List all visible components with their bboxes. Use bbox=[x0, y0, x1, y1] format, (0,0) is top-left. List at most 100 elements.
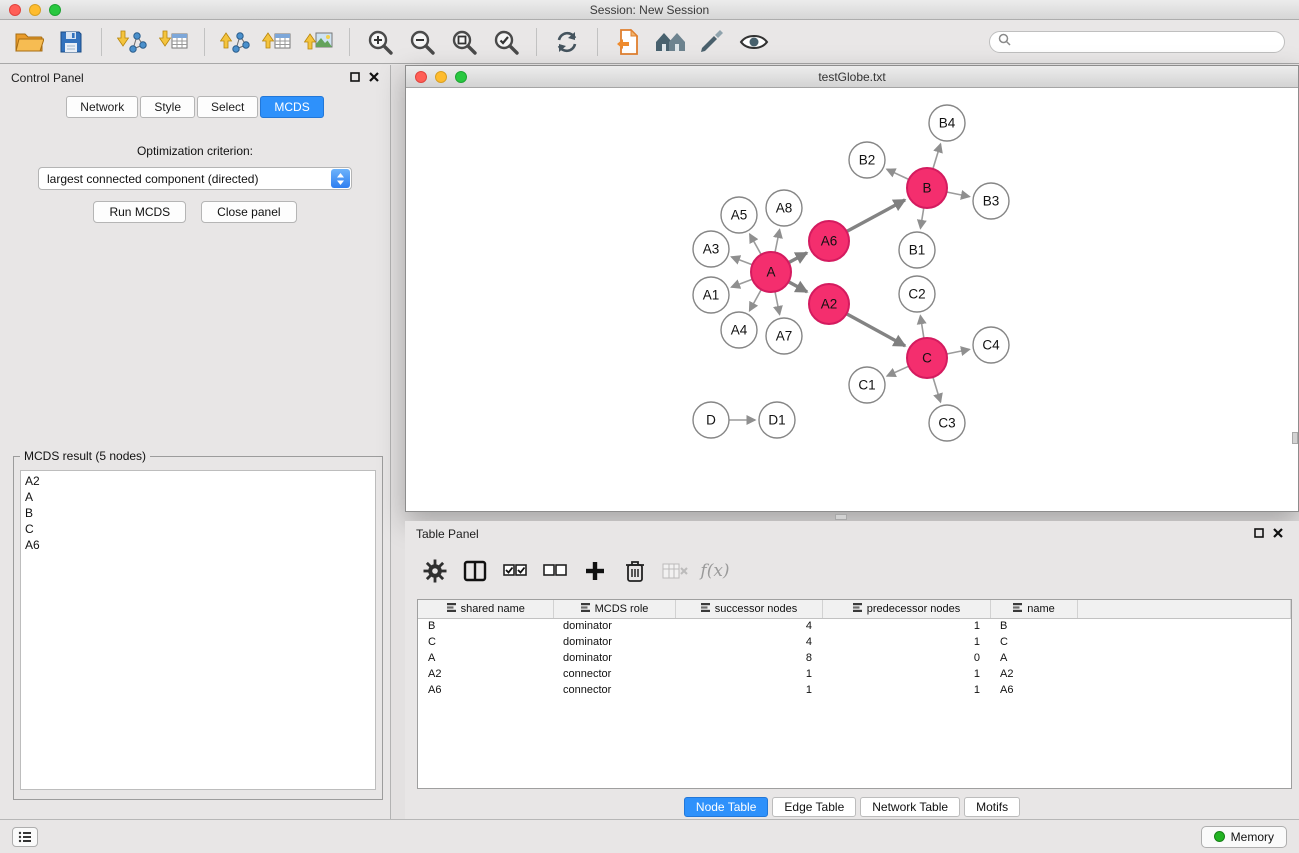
table-cell[interactable]: dominator bbox=[553, 618, 675, 634]
network-node-D1[interactable]: D1 bbox=[759, 402, 795, 438]
network-node-A[interactable]: A bbox=[751, 252, 791, 292]
table-row[interactable]: A6connector11A6 bbox=[418, 682, 1291, 698]
network-node-C3[interactable]: C3 bbox=[929, 405, 965, 441]
table-cell[interactable]: 1 bbox=[822, 682, 990, 698]
save-session-icon[interactable] bbox=[52, 25, 90, 59]
add-row-icon[interactable] bbox=[579, 555, 611, 587]
network-edge[interactable] bbox=[775, 292, 780, 315]
table-cell[interactable]: 1 bbox=[675, 682, 822, 698]
network-canvas[interactable]: AA6A2BCA5A8A3A1A4A7B2B4B3B1C2C4C1C3DD1 bbox=[406, 89, 1298, 511]
table-cell[interactable]: C bbox=[418, 634, 553, 650]
table-cell[interactable]: connector bbox=[553, 666, 675, 682]
table-cell[interactable]: 1 bbox=[675, 666, 822, 682]
tab-select[interactable]: Select bbox=[197, 96, 258, 118]
tab-mcds[interactable]: MCDS bbox=[260, 96, 323, 118]
table-cell[interactable]: B bbox=[418, 618, 553, 634]
zoom-window-icon[interactable] bbox=[49, 4, 61, 16]
search-box[interactable] bbox=[989, 31, 1285, 53]
open-folder-icon[interactable] bbox=[10, 25, 48, 59]
network-edge[interactable] bbox=[732, 279, 753, 287]
export-network-icon[interactable] bbox=[216, 25, 254, 59]
network-node-C1[interactable]: C1 bbox=[849, 367, 885, 403]
network-edge[interactable] bbox=[732, 257, 753, 265]
mcds-result-item[interactable]: A2 bbox=[25, 473, 371, 489]
table-cell[interactable]: A2 bbox=[418, 666, 553, 682]
network-node-A8[interactable]: A8 bbox=[766, 190, 802, 226]
network-edge[interactable] bbox=[921, 208, 924, 229]
column-header-successor-nodes[interactable]: successor nodes bbox=[675, 600, 822, 618]
mcds-result-item[interactable]: B bbox=[25, 505, 371, 521]
column-header-predecessor-nodes[interactable]: predecessor nodes bbox=[822, 600, 990, 618]
tab-network[interactable]: Network bbox=[66, 96, 138, 118]
network-node-C[interactable]: C bbox=[907, 338, 947, 378]
tab-node-table[interactable]: Node Table bbox=[684, 797, 769, 817]
table-cell[interactable]: 4 bbox=[675, 618, 822, 634]
table-row[interactable]: Adominator80A bbox=[418, 650, 1291, 666]
network-edge[interactable] bbox=[920, 316, 924, 339]
network-node-A6[interactable]: A6 bbox=[809, 221, 849, 261]
memory-button[interactable]: Memory bbox=[1201, 826, 1287, 848]
column-header-shared-name[interactable]: shared name bbox=[418, 600, 553, 618]
table-cell[interactable]: 4 bbox=[675, 634, 822, 650]
network-edge[interactable] bbox=[887, 169, 909, 179]
network-edge[interactable] bbox=[933, 377, 941, 402]
table-cell[interactable]: B bbox=[990, 618, 1077, 634]
network-node-B3[interactable]: B3 bbox=[973, 183, 1009, 219]
table-row[interactable]: Cdominator41C bbox=[418, 634, 1291, 650]
network-edge[interactable] bbox=[750, 234, 761, 254]
zoom-in-icon[interactable] bbox=[361, 25, 399, 59]
network-node-B[interactable]: B bbox=[907, 168, 947, 208]
table-cell[interactable]: dominator bbox=[553, 634, 675, 650]
home-overview-icon[interactable] bbox=[651, 25, 689, 59]
mcds-result-item[interactable]: A bbox=[25, 489, 371, 505]
tab-edge-table[interactable]: Edge Table bbox=[772, 797, 856, 817]
settings-gear-icon[interactable] bbox=[419, 555, 451, 587]
close-window-icon[interactable] bbox=[9, 4, 21, 16]
network-node-C2[interactable]: C2 bbox=[899, 276, 935, 312]
network-node-B1[interactable]: B1 bbox=[899, 232, 935, 268]
network-node-A1[interactable]: A1 bbox=[693, 277, 729, 313]
float-table-panel-icon[interactable] bbox=[1254, 527, 1264, 541]
tab-motifs[interactable]: Motifs bbox=[964, 797, 1020, 817]
search-input[interactable] bbox=[1016, 35, 1276, 49]
table-cell[interactable]: A6 bbox=[990, 682, 1077, 698]
close-panel-icon[interactable] bbox=[369, 71, 379, 85]
table-cell[interactable]: C bbox=[990, 634, 1077, 650]
export-table-icon[interactable] bbox=[258, 25, 296, 59]
import-network-icon[interactable] bbox=[113, 25, 151, 59]
mcds-result-list[interactable]: A2ABCA6 bbox=[20, 470, 376, 790]
document-icon[interactable] bbox=[609, 25, 647, 59]
network-edge[interactable] bbox=[947, 349, 970, 354]
splitter-grip-vertical[interactable] bbox=[1292, 432, 1298, 444]
network-edge[interactable] bbox=[933, 144, 941, 169]
table-row[interactable]: A2connector11A2 bbox=[418, 666, 1291, 682]
network-node-B2[interactable]: B2 bbox=[849, 142, 885, 178]
split-columns-icon[interactable] bbox=[459, 555, 491, 587]
table-cell[interactable]: 8 bbox=[675, 650, 822, 666]
table-row[interactable]: Bdominator41B bbox=[418, 618, 1291, 634]
table-cell[interactable]: A2 bbox=[990, 666, 1077, 682]
network-node-B4[interactable]: B4 bbox=[929, 105, 965, 141]
table-cell[interactable]: dominator bbox=[553, 650, 675, 666]
network-edge[interactable] bbox=[750, 290, 762, 311]
network-edge[interactable] bbox=[847, 314, 906, 346]
network-edge[interactable] bbox=[847, 200, 905, 232]
select-all-icon[interactable] bbox=[499, 555, 531, 587]
network-edge[interactable] bbox=[789, 282, 808, 292]
table-cell[interactable]: 1 bbox=[822, 618, 990, 634]
column-header-name[interactable]: name bbox=[990, 600, 1077, 618]
optimization-criterion-dropdown[interactable]: largest connected component (directed) bbox=[38, 167, 352, 190]
column-header-MCDS-role[interactable]: MCDS role bbox=[553, 600, 675, 618]
table-cell[interactable]: A bbox=[990, 650, 1077, 666]
import-table-icon[interactable] bbox=[155, 25, 193, 59]
refresh-layout-icon[interactable] bbox=[548, 25, 586, 59]
network-edge[interactable] bbox=[947, 192, 970, 197]
function-builder-icon[interactable]: f(x) bbox=[699, 555, 731, 587]
eye-icon[interactable] bbox=[735, 25, 773, 59]
float-panel-icon[interactable] bbox=[350, 71, 360, 85]
table-cell[interactable]: A6 bbox=[418, 682, 553, 698]
tab-network-table[interactable]: Network Table bbox=[860, 797, 960, 817]
network-node-A4[interactable]: A4 bbox=[721, 312, 757, 348]
network-edge[interactable] bbox=[789, 253, 807, 263]
close-panel-button[interactable]: Close panel bbox=[201, 201, 296, 223]
